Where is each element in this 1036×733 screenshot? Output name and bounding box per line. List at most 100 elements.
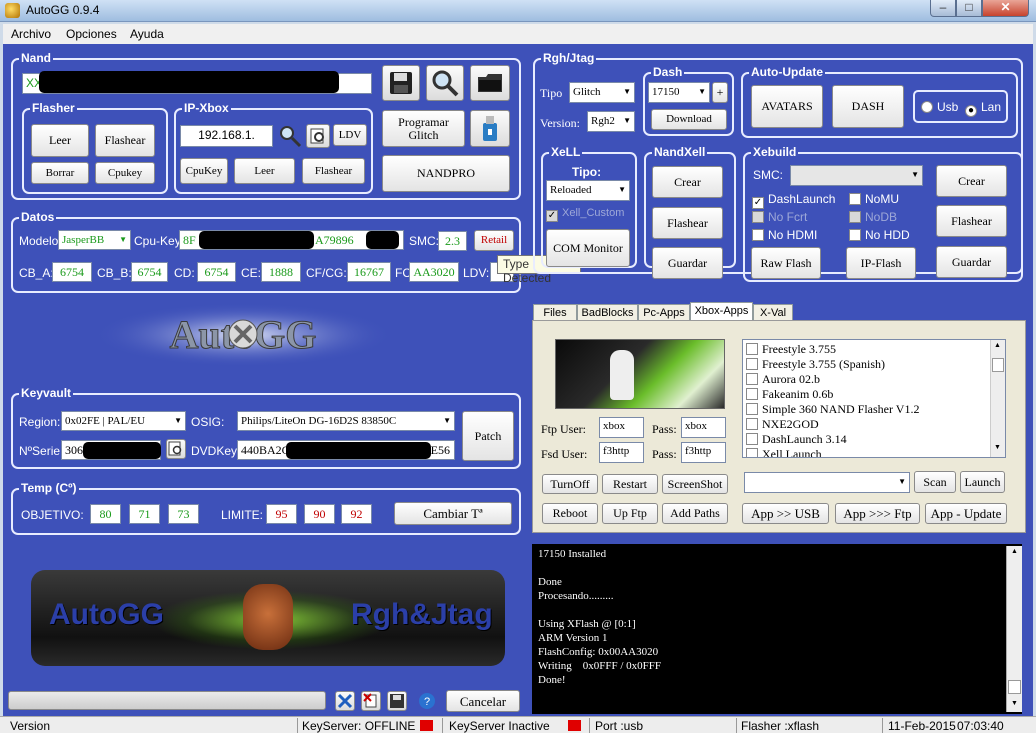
list-item[interactable]: NXE2GOD <box>746 417 819 432</box>
limit-temp-3: 92 <box>341 504 372 524</box>
dash-add-button[interactable]: + <box>712 82 728 103</box>
nofcrt-checkbox[interactable]: No Fcrt <box>752 210 807 224</box>
dash-select[interactable]: 17150 <box>648 82 710 103</box>
list-item[interactable]: DashLaunch 3.14 <box>746 432 847 447</box>
fsd-user-field[interactable]: f3http <box>599 442 644 463</box>
ip-search-button[interactable] <box>277 123 303 149</box>
ip-field[interactable]: 192.168.1. <box>180 125 273 147</box>
redaction <box>366 231 399 249</box>
autoupdate-dash-button[interactable]: DASH <box>832 85 904 128</box>
fsd-pass-field[interactable]: f3http <box>681 442 726 463</box>
rgh-group-title: Rgh/Jtag <box>541 50 597 66</box>
add-paths-button[interactable]: Add Paths <box>662 503 728 524</box>
turnoff-button[interactable]: TurnOff <box>542 474 598 494</box>
tools-button[interactable] <box>335 691 355 711</box>
console-line: Done <box>538 576 562 588</box>
ftp-pass-field[interactable]: xbox <box>681 417 726 438</box>
apps-list-scrollbar[interactable]: ▲ ▼ <box>990 340 1005 457</box>
ip-flash-button[interactable]: Flashear <box>302 158 365 184</box>
change-temp-button[interactable]: Cambiar Tª <box>394 502 512 525</box>
save-nand-button[interactable] <box>382 65 420 101</box>
minimize-button[interactable]: ‒ <box>930 0 956 17</box>
menu-opciones[interactable]: Opciones <box>66 27 117 41</box>
app-usb-button[interactable]: App >> USB <box>742 503 829 524</box>
nandxell-save-button[interactable]: Guardar <box>652 247 723 279</box>
scan-button[interactable]: Scan <box>914 471 956 493</box>
retail-button[interactable]: Retail <box>474 230 514 251</box>
list-item[interactable]: Fakeanim 0.6b <box>746 387 833 402</box>
tipo-select[interactable]: Glitch <box>569 82 635 103</box>
patch-button[interactable]: Patch <box>462 411 514 461</box>
console-line: Using XFlash @ [0:1] <box>538 618 636 630</box>
apps-list[interactable]: ▲ ▼ Freestyle 3.755 Freestyle 3.755 (Spa… <box>742 339 1006 458</box>
usb-button[interactable] <box>470 110 510 147</box>
xebuild-create-button[interactable]: Crear <box>936 165 1007 197</box>
model-select[interactable]: JasperBB <box>58 230 131 250</box>
flasher-cpukey-button[interactable]: Cpukey <box>95 162 155 184</box>
restart-button[interactable]: Restart <box>602 474 658 494</box>
xell-custom-checkbox[interactable]: ✓ Xell_Custom <box>546 207 624 222</box>
xebuild-smc-select[interactable] <box>790 165 923 186</box>
ip-scan-button[interactable] <box>306 124 330 148</box>
nodb-checkbox[interactable]: NoDB <box>849 210 897 224</box>
ftp-user-field[interactable]: xbox <box>599 417 644 438</box>
dashlaunch-checkbox[interactable]: ✓ DashLaunch <box>752 192 835 209</box>
app-ftp-button[interactable]: App >>> Ftp <box>835 503 920 524</box>
serial-lookup-button[interactable] <box>166 439 186 459</box>
folder-button[interactable] <box>470 65 510 101</box>
xell-tipo-select[interactable]: Reloaded <box>546 180 630 201</box>
region-select[interactable]: 0x02FE | PAL/EU <box>61 411 186 431</box>
app-select[interactable] <box>744 472 910 493</box>
up-ftp-button[interactable]: Up Ftp <box>602 503 658 524</box>
program-glitch-button[interactable]: Programar Glitch <box>382 110 465 147</box>
flasher-flash-button[interactable]: Flashear <box>95 124 155 157</box>
launch-button[interactable]: Launch <box>960 471 1005 493</box>
menu-ayuda[interactable]: Ayuda <box>130 27 164 41</box>
list-item[interactable]: Xell Launch <box>746 447 822 457</box>
usb-radio[interactable]: Usb <box>921 100 958 114</box>
list-item[interactable]: Freestyle 3.755 (Spanish) <box>746 357 885 372</box>
nandxell-flash-button[interactable]: Flashear <box>652 207 723 239</box>
list-item[interactable]: Simple 360 NAND Flasher V1.2 <box>746 402 919 417</box>
reboot-button[interactable]: Reboot <box>542 503 598 524</box>
avatars-button[interactable]: AVATARS <box>751 85 823 128</box>
delete-file-button[interactable] <box>361 691 381 711</box>
ldv-button[interactable]: LDV <box>333 124 367 146</box>
menu-archivo[interactable]: Archivo <box>11 27 51 41</box>
xebuild-save-button[interactable]: Guardar <box>936 246 1007 278</box>
list-item[interactable]: Freestyle 3.755 <box>746 342 836 357</box>
xebuild-flash-button[interactable]: Flashear <box>936 205 1007 237</box>
save-button[interactable] <box>387 691 407 711</box>
download-button[interactable]: Download <box>651 109 727 130</box>
lan-radio[interactable]: ● Lan <box>965 100 1001 117</box>
nomu-checkbox[interactable]: NoMU <box>849 192 899 206</box>
flasher-read-button[interactable]: Leer <box>31 124 89 157</box>
com-monitor-button[interactable]: COM Monitor <box>546 229 630 267</box>
cancel-button[interactable]: Cancelar <box>446 690 520 712</box>
ip-read-button[interactable]: Leer <box>234 158 295 184</box>
target-temp-3: 73 <box>168 504 199 524</box>
scroll-thumb[interactable] <box>1008 680 1021 694</box>
console-scrollbar[interactable]: ▲ ▼ <box>1006 546 1022 712</box>
list-item[interactable]: Aurora 02.b <box>746 372 820 387</box>
nohdmi-checkbox[interactable]: No HDMI <box>752 228 817 242</box>
screenshot-button[interactable]: ScreenShot <box>662 474 728 494</box>
ip-flash-button[interactable]: IP-Flash <box>846 247 916 279</box>
flasher-erase-button[interactable]: Borrar <box>31 162 89 184</box>
cd-value: 6754 <box>197 262 236 282</box>
close-button[interactable]: ✕ <box>982 0 1029 17</box>
autoupdate-group-title: Auto-Update <box>749 64 825 80</box>
version-select[interactable]: Rgh2 <box>587 111 635 132</box>
nohdd-checkbox[interactable]: No HDD <box>849 228 910 242</box>
search-nand-button[interactable] <box>426 65 464 101</box>
dvdkey-label: DVDKey: <box>191 444 241 458</box>
app-update-button[interactable]: App - Update <box>925 503 1007 524</box>
nandpro-button[interactable]: NANDPRO <box>382 155 510 192</box>
osig-select[interactable]: Philips/LiteOn DG-16D2S 83850C <box>237 411 455 431</box>
scroll-thumb[interactable] <box>992 358 1004 372</box>
nandxell-create-button[interactable]: Crear <box>652 166 723 198</box>
maximize-button[interactable]: □ <box>956 0 982 17</box>
ip-cpukey-button[interactable]: CpuKey <box>180 158 228 184</box>
help-button[interactable]: ? <box>417 691 437 711</box>
raw-flash-button[interactable]: Raw Flash <box>751 247 821 279</box>
